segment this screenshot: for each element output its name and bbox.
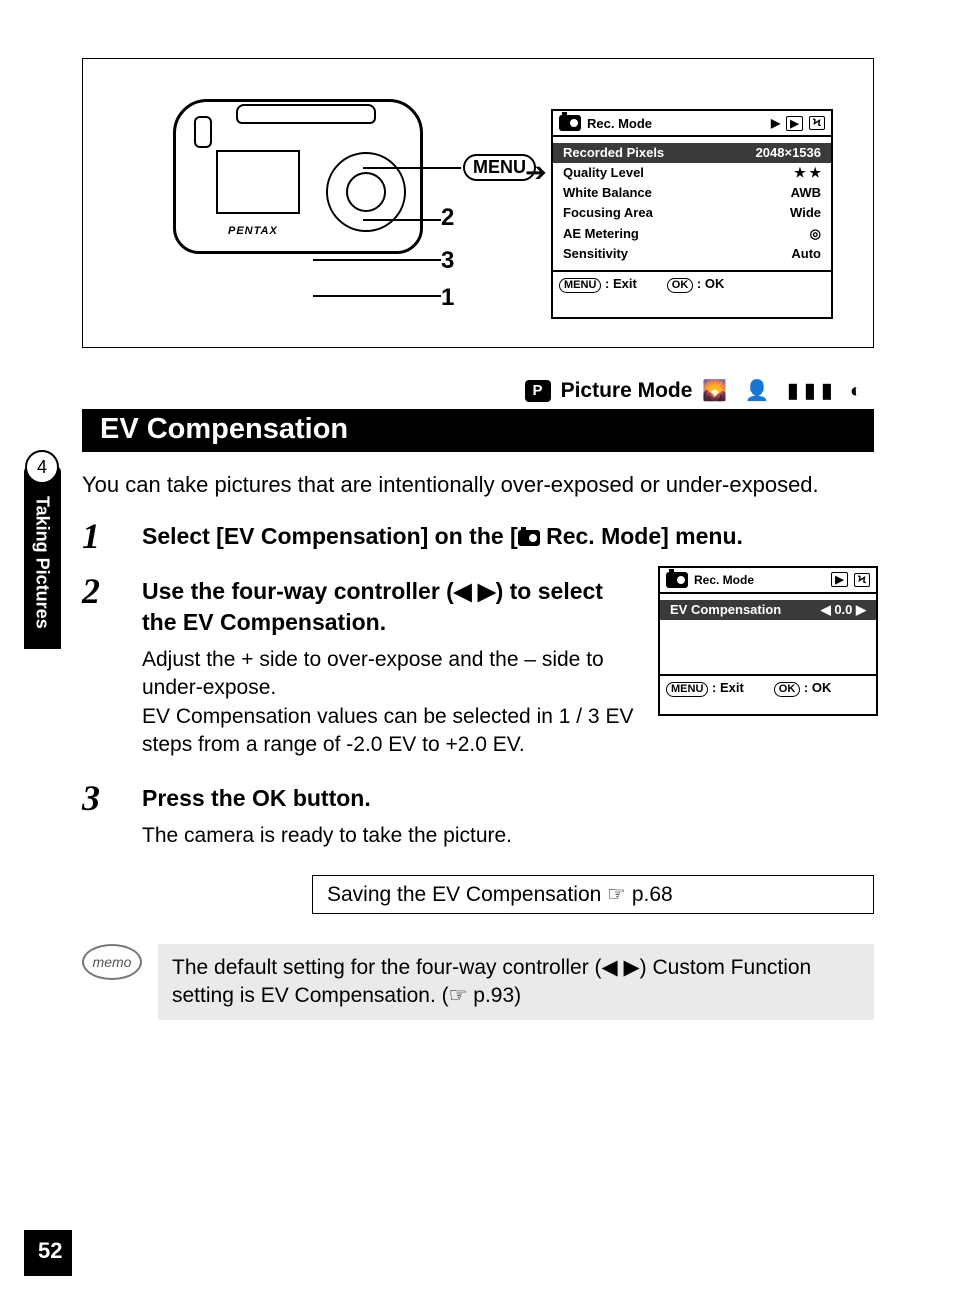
steps-list: Select [EV Compensation] on the [ Rec. M…	[82, 521, 874, 851]
memo-text: The default setting for the four-way con…	[158, 944, 874, 1021]
menu-label: Focusing Area	[563, 203, 653, 223]
lcd-ev-compensation: Rec. Mode ▶ Ϟ EV Compensation ◀ 0.0 ▶ ME…	[658, 566, 878, 716]
camera-illustration: PENTAX	[173, 99, 443, 299]
menu-value: Auto	[791, 244, 821, 264]
menu-row: EV Compensation ◀ 0.0 ▶	[660, 600, 876, 620]
section-title: EV Compensation	[82, 409, 874, 452]
playback-tab-icon: ▶	[786, 116, 802, 131]
setup-tab-icon: Ϟ	[809, 116, 825, 130]
camera-icon	[518, 530, 540, 546]
foot-ok: OK	[812, 680, 832, 695]
intro-text: You can take pictures that are intention…	[82, 470, 874, 501]
menu-label: Sensitivity	[563, 244, 628, 264]
step-body: The camera is ready to take the picture.	[142, 822, 874, 850]
menu-label: AE Metering	[563, 224, 639, 244]
callout-2: 2	[441, 204, 454, 232]
ok-chip: OK	[667, 278, 694, 293]
step-head: Use the four-way controller (◀ ▶) to sel…	[142, 576, 642, 638]
menu-value: Wide	[790, 203, 821, 223]
callout-1: 1	[441, 284, 454, 312]
playback-tab-icon: ▶	[831, 572, 847, 587]
memo-row: memo The default setting for the four-wa…	[82, 944, 874, 1021]
menu-row: Focusing Area Wide	[563, 203, 821, 223]
leader-line	[313, 295, 441, 297]
lcd-title: Rec. Mode	[694, 573, 754, 587]
leader-line	[363, 219, 441, 221]
step-2: Use the four-way controller (◀ ▶) to sel…	[82, 576, 874, 759]
camera-icon	[666, 572, 688, 588]
picture-mode-line: P Picture Mode 🌄 👤 ▮▮▮ ◐	[82, 378, 874, 403]
lcd-rec-mode-menu: Rec. Mode ▶ ▶ Ϟ Recorded Pixels 2048×153…	[551, 109, 833, 319]
menu-label: EV Compensation	[670, 600, 781, 620]
foot-ok: OK	[705, 276, 725, 291]
lcd-title: Rec. Mode	[587, 116, 652, 131]
ok-chip: OK	[774, 682, 801, 697]
menu-chip: MENU	[559, 278, 601, 293]
chapter-tab: 4 Taking Pictures	[18, 450, 66, 649]
page-content: PENTAX MENU ➔ 2 3 1 Rec. Mode ▶ ▶ Ϟ Reco…	[82, 58, 874, 1020]
picture-mode-label: Picture Mode	[561, 379, 693, 403]
leader-line	[313, 259, 441, 261]
tab-indicator-icon: ▶	[771, 116, 780, 130]
step-body: Adjust the + side to over-expose and the…	[142, 646, 642, 759]
setup-tab-icon: Ϟ	[854, 573, 870, 587]
menu-row: AE Metering ◎	[563, 224, 821, 244]
menu-value: ★ ★	[794, 163, 821, 183]
chapter-title: Taking Pictures	[24, 466, 61, 649]
step-1: Select [EV Compensation] on the [ Rec. M…	[82, 521, 874, 552]
reference-box: Saving the EV Compensation ☞ p.68	[312, 875, 874, 914]
illustration-box: PENTAX MENU ➔ 2 3 1 Rec. Mode ▶ ▶ Ϟ Reco…	[82, 58, 874, 348]
step-head: Press the OK button.	[142, 783, 874, 814]
chapter-number: 4	[25, 450, 59, 484]
step-head: Select [EV Compensation] on the [ Rec. M…	[142, 521, 874, 552]
menu-chip: MENU	[666, 682, 708, 697]
foot-exit: Exit	[720, 680, 744, 695]
menu-value: ◀ 0.0 ▶	[821, 600, 866, 620]
program-mode-icon: P	[525, 380, 551, 402]
step-text: Rec. Mode] menu.	[540, 523, 743, 549]
menu-row: Sensitivity Auto	[563, 244, 821, 264]
menu-row: White Balance AWB	[563, 183, 821, 203]
leader-line	[363, 167, 461, 169]
page-number: 52	[24, 1230, 72, 1276]
menu-label: Recorded Pixels	[563, 143, 664, 163]
memo-icon: memo	[82, 944, 142, 980]
memo-label: memo	[82, 944, 142, 980]
scene-mode-icons: 🌄 👤 ▮▮▮ ◐	[702, 378, 868, 403]
menu-label: White Balance	[563, 183, 652, 203]
step-3: Press the OK button. The camera is ready…	[82, 783, 874, 850]
menu-value: 2048×1536	[756, 143, 821, 163]
menu-value: AWB	[791, 183, 821, 203]
menu-row: Quality Level ★ ★	[563, 163, 821, 183]
callout-3: 3	[441, 247, 454, 275]
menu-value: ◎	[810, 224, 821, 244]
menu-row: Recorded Pixels 2048×1536	[553, 143, 831, 163]
arrow-right-icon: ➔	[525, 157, 547, 188]
camera-icon	[559, 115, 581, 131]
step-text: Select [EV Compensation] on the [	[142, 523, 518, 549]
menu-label: Quality Level	[563, 163, 644, 183]
camera-brand: PENTAX	[228, 225, 278, 237]
foot-exit: Exit	[613, 276, 637, 291]
